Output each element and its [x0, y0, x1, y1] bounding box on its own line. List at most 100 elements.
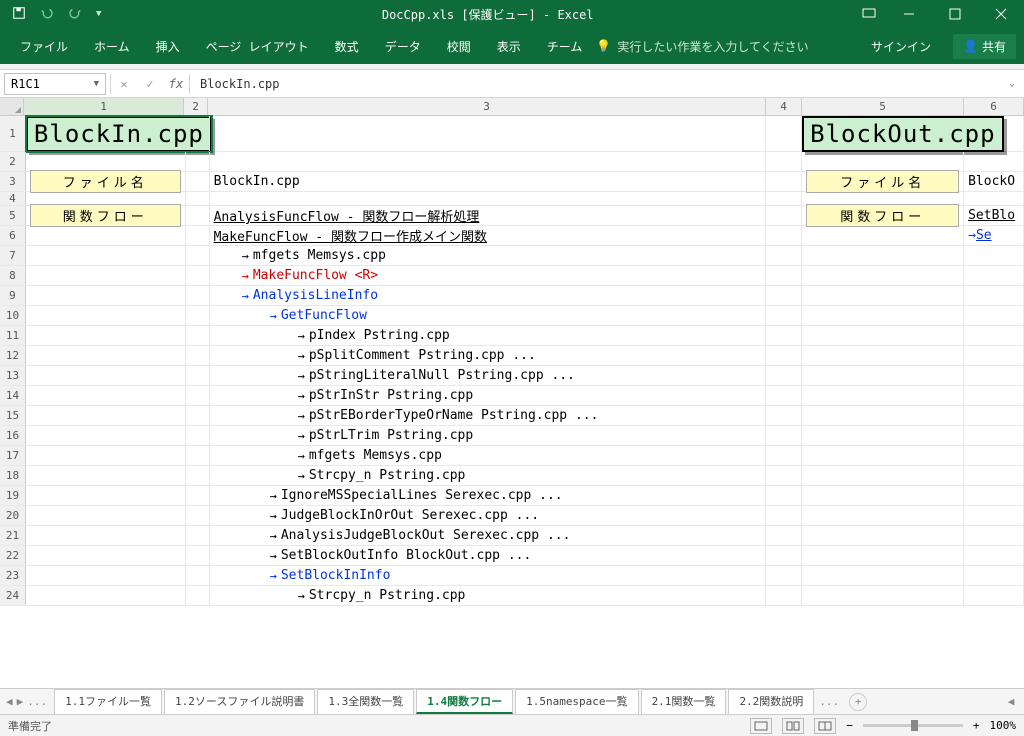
cell[interactable] — [26, 286, 186, 305]
cell[interactable]: →GetFuncFlow — [210, 306, 767, 325]
ribbon-tab[interactable]: 表示 — [485, 32, 533, 61]
column-header[interactable]: 5 — [802, 98, 964, 115]
row-header[interactable]: 24 — [0, 586, 26, 605]
cell[interactable] — [802, 446, 964, 465]
cell[interactable]: MakeFuncFlow - 関数フロー作成メイン関数 — [210, 226, 767, 245]
cell[interactable] — [186, 266, 210, 285]
sheet-tab[interactable]: 1.2ソースファイル説明書 — [164, 689, 315, 714]
sheet-tab[interactable]: 2.1関数一覧 — [641, 689, 727, 714]
cell[interactable]: →Strcpy_n Pstring.cpp — [210, 466, 767, 485]
cell[interactable] — [186, 546, 210, 565]
tell-me-search[interactable]: 💡 実行したい作業を入力してください — [596, 38, 808, 55]
cell[interactable] — [964, 566, 1024, 585]
cell[interactable] — [802, 546, 964, 565]
cell[interactable] — [766, 406, 802, 425]
add-sheet-button[interactable]: + — [849, 693, 867, 711]
cell[interactable] — [964, 192, 1024, 205]
cell[interactable] — [26, 226, 186, 245]
cell[interactable] — [802, 586, 964, 605]
cell[interactable] — [186, 152, 210, 171]
select-all-corner[interactable] — [0, 98, 24, 115]
accept-formula-button[interactable]: ✓ — [137, 77, 163, 91]
row-header[interactable]: 19 — [0, 486, 26, 505]
cell[interactable] — [964, 586, 1024, 605]
column-header[interactable]: 2 — [184, 98, 208, 115]
cell[interactable] — [766, 116, 802, 151]
sheet-nav-prev-icon[interactable]: ◀ — [6, 695, 13, 708]
cell[interactable] — [766, 466, 802, 485]
row-header[interactable]: 18 — [0, 466, 26, 485]
cell[interactable] — [964, 446, 1024, 465]
cell[interactable]: →MakeFuncFlow <R> — [210, 266, 767, 285]
share-button[interactable]: 👤 共有 — [953, 34, 1016, 59]
row-header[interactable]: 6 — [0, 226, 26, 245]
cell[interactable] — [186, 306, 210, 325]
sheet-tab[interactable]: 1.4関数フロー — [416, 689, 513, 714]
cell[interactable]: →IgnoreMSSpecialLines Serexec.cpp ... — [210, 486, 767, 505]
row-header[interactable]: 13 — [0, 366, 26, 385]
cell[interactable] — [964, 266, 1024, 285]
cell[interactable] — [186, 526, 210, 545]
cell[interactable] — [186, 486, 210, 505]
cell[interactable] — [802, 566, 964, 585]
cell[interactable] — [186, 326, 210, 345]
row-header[interactable]: 4 — [0, 192, 26, 205]
cell[interactable] — [964, 366, 1024, 385]
name-box[interactable]: R1C1 ▼ — [4, 73, 106, 95]
cell[interactable] — [26, 346, 186, 365]
cell[interactable] — [26, 266, 186, 285]
cell[interactable] — [210, 116, 766, 151]
ribbon-tab[interactable]: データ — [373, 32, 433, 61]
cancel-formula-button[interactable]: ✕ — [111, 77, 137, 91]
cell[interactable] — [186, 286, 210, 305]
normal-view-button[interactable] — [750, 718, 772, 734]
cell[interactable] — [186, 466, 210, 485]
cell[interactable] — [186, 206, 210, 225]
cell[interactable] — [766, 152, 802, 171]
formula-input[interactable]: BlockIn.cpp — [190, 77, 1000, 91]
zoom-slider[interactable] — [863, 724, 963, 727]
cell[interactable] — [26, 426, 186, 445]
row-header[interactable]: 2 — [0, 152, 26, 171]
cell[interactable] — [964, 406, 1024, 425]
cell[interactable] — [26, 566, 186, 585]
sheet-nav-next-icon[interactable]: ▶ — [17, 695, 24, 708]
cell[interactable] — [802, 286, 964, 305]
cell[interactable]: 関数フロー — [802, 206, 964, 225]
cell[interactable] — [766, 226, 802, 245]
row-header[interactable]: 10 — [0, 306, 26, 325]
maximize-button[interactable] — [932, 0, 978, 28]
column-header[interactable]: 3 — [208, 98, 766, 115]
cell[interactable] — [26, 366, 186, 385]
minimize-button[interactable] — [886, 0, 932, 28]
cell[interactable] — [802, 346, 964, 365]
cell[interactable] — [26, 152, 186, 171]
cell[interactable] — [186, 586, 210, 605]
cell[interactable] — [766, 486, 802, 505]
cell[interactable] — [186, 246, 210, 265]
cell[interactable] — [766, 246, 802, 265]
cell[interactable] — [802, 486, 964, 505]
redo-icon[interactable] — [68, 6, 82, 23]
cell[interactable]: BlockOut.cpp — [802, 116, 964, 151]
cell[interactable] — [964, 306, 1024, 325]
cell[interactable] — [26, 406, 186, 425]
cell[interactable]: → Se — [964, 226, 1024, 245]
row-header[interactable]: 9 — [0, 286, 26, 305]
cell[interactable] — [766, 586, 802, 605]
cell[interactable] — [802, 266, 964, 285]
sheet-tab[interactable]: 1.3全関数一覧 — [317, 689, 414, 714]
row-header[interactable]: 12 — [0, 346, 26, 365]
cell[interactable] — [964, 286, 1024, 305]
cell[interactable] — [802, 306, 964, 325]
row-header[interactable]: 11 — [0, 326, 26, 345]
cell[interactable] — [186, 406, 210, 425]
row-header[interactable]: 7 — [0, 246, 26, 265]
chevron-down-icon[interactable]: ▼ — [94, 79, 99, 89]
sheet-hscroll[interactable]: ◀ — [998, 695, 1024, 708]
cell[interactable]: →pStrEBorderTypeOrName Pstring.cpp ... — [210, 406, 767, 425]
cell[interactable]: →JudgeBlockInOrOut Serexec.cpp ... — [210, 506, 767, 525]
zoom-out-button[interactable]: − — [846, 719, 853, 732]
cell[interactable] — [26, 306, 186, 325]
save-icon[interactable] — [12, 6, 26, 23]
